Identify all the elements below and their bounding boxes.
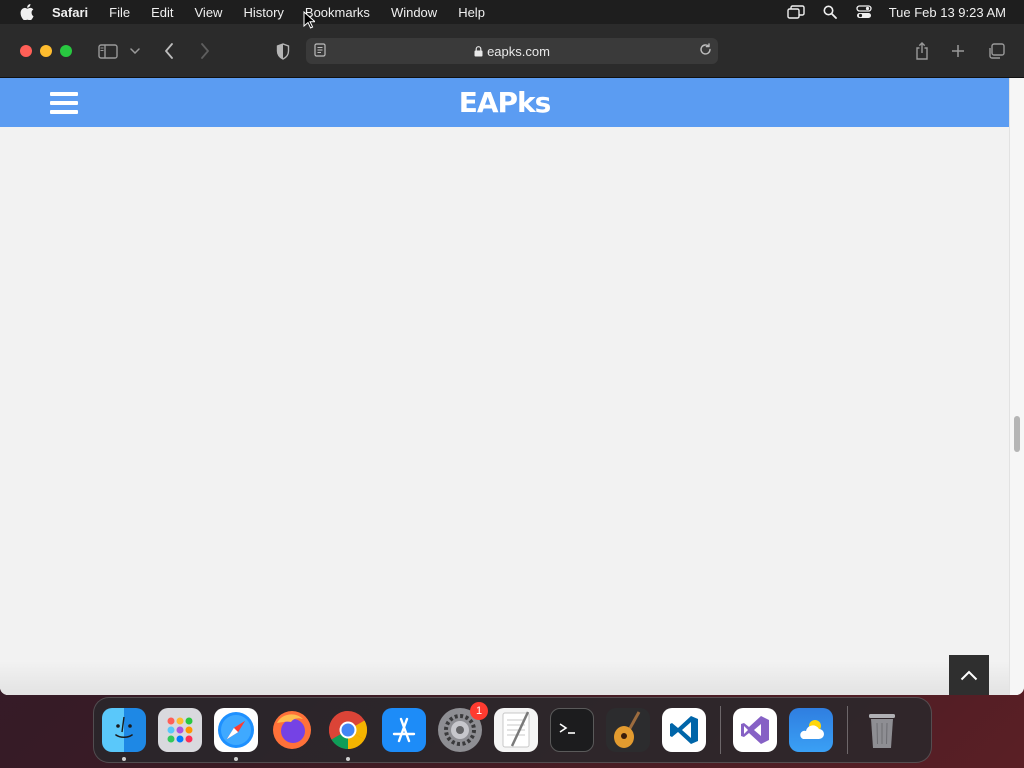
menu-bar: Safari File Edit View History Bookmarks …: [0, 0, 1024, 24]
dock: 1: [93, 697, 932, 763]
mouse-cursor-icon: [303, 10, 317, 34]
running-indicator: [234, 757, 238, 761]
sidebar-toggle-icon[interactable]: [96, 39, 120, 63]
visual-studio-icon[interactable]: [733, 708, 777, 752]
control-center-icon[interactable]: [855, 4, 873, 20]
textedit-icon[interactable]: [494, 708, 538, 752]
site-logo[interactable]: EAPks: [459, 86, 552, 119]
forward-button[interactable]: [196, 39, 214, 63]
chrome-icon[interactable]: [326, 708, 370, 761]
back-button[interactable]: [160, 39, 178, 63]
firefox-icon[interactable]: [270, 708, 314, 752]
window-zoom-button[interactable]: [60, 45, 72, 57]
web-page: EAPks: [0, 78, 1009, 695]
window-close-button[interactable]: [20, 45, 32, 57]
vscode-icon[interactable]: [662, 708, 706, 752]
notification-badge: 1: [470, 702, 488, 720]
reader-view-icon[interactable]: [314, 43, 326, 60]
spotlight-search-icon[interactable]: [821, 4, 839, 20]
hamburger-menu-icon[interactable]: [50, 92, 78, 114]
tab-overview-icon[interactable]: [986, 39, 1006, 63]
launchpad-icon[interactable]: [158, 708, 202, 752]
share-icon[interactable]: [912, 39, 932, 63]
trash-icon[interactable]: [860, 708, 904, 752]
terminal-icon[interactable]: [550, 708, 594, 752]
url-text[interactable]: eapks.com: [487, 44, 550, 59]
new-tab-plus-icon[interactable]: [948, 39, 968, 63]
lock-icon: [474, 45, 483, 57]
menu-view[interactable]: View: [195, 5, 223, 20]
menu-app-name[interactable]: Safari: [52, 5, 88, 20]
menu-window[interactable]: Window: [391, 5, 437, 20]
site-header: EAPks: [0, 78, 1009, 127]
garageband-icon[interactable]: [606, 708, 650, 752]
finder-icon[interactable]: [102, 708, 146, 761]
reload-icon[interactable]: [699, 43, 712, 59]
app-store-icon[interactable]: [382, 708, 426, 752]
safari-icon[interactable]: [214, 708, 258, 761]
menu-help[interactable]: Help: [458, 5, 485, 20]
system-settings-icon[interactable]: 1: [438, 702, 488, 752]
chevron-up-icon: [960, 670, 978, 680]
safari-window: eapks.com EAPks: [0, 24, 1024, 695]
apple-menu-icon[interactable]: [18, 3, 36, 21]
dock-separator: [720, 706, 721, 754]
page-scrollbar[interactable]: [1009, 78, 1024, 695]
privacy-shield-icon[interactable]: [274, 39, 292, 63]
page-bottom-shadow: [0, 661, 1009, 695]
menu-edit[interactable]: Edit: [151, 5, 173, 20]
running-indicator: [346, 757, 350, 761]
menu-history[interactable]: History: [243, 5, 283, 20]
browser-toolbar: eapks.com: [0, 24, 1024, 78]
menubar-clock[interactable]: Tue Feb 13 9:23 AM: [889, 5, 1006, 20]
screen-mirroring-icon[interactable]: [786, 4, 805, 20]
weather-icon[interactable]: [789, 708, 833, 752]
scroll-to-top-button[interactable]: [949, 655, 989, 695]
menu-file[interactable]: File: [109, 5, 130, 20]
dock-separator: [847, 706, 848, 754]
address-bar[interactable]: eapks.com: [306, 38, 718, 64]
tab-group-chevron-down-icon[interactable]: [128, 39, 142, 63]
window-minimize-button[interactable]: [40, 45, 52, 57]
running-indicator: [122, 757, 126, 761]
scrollbar-thumb[interactable]: [1014, 416, 1020, 452]
